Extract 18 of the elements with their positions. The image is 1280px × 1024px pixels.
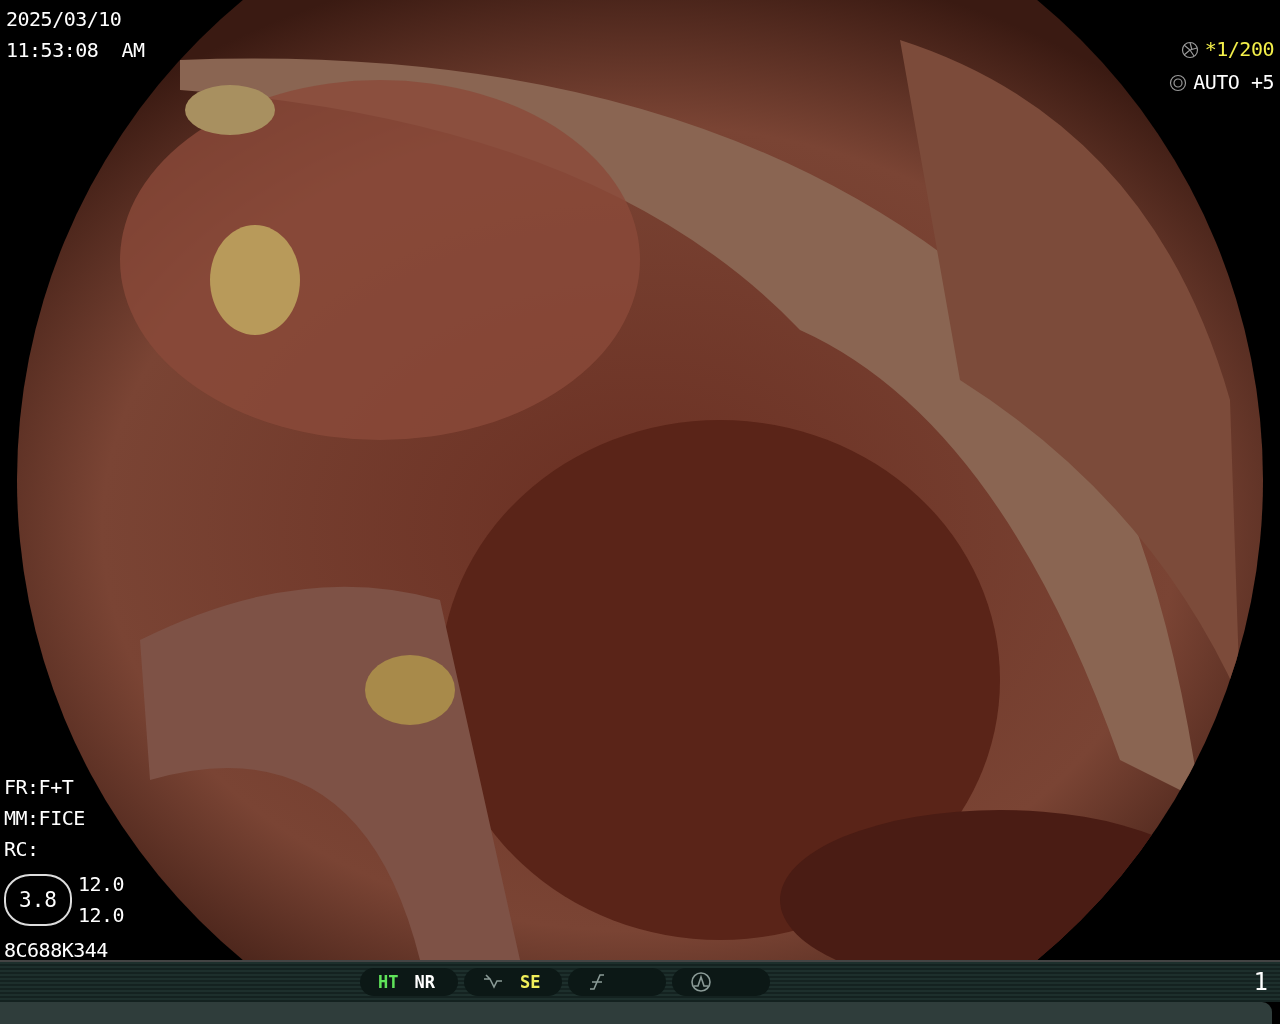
- serial-text: 8C688K344: [4, 937, 109, 960]
- reading-text: 12.0: [78, 871, 125, 898]
- exposure-text: AUTO +5: [1193, 69, 1274, 96]
- setting-text: FR:F+T: [4, 774, 75, 801]
- setting-text: RC:: [4, 836, 40, 863]
- aperture-icon: [1180, 40, 1199, 59]
- setting-text: MM:FICE: [4, 805, 86, 832]
- time-text: 11:53:08 AM: [6, 37, 145, 64]
- status-label: HT: [378, 972, 399, 992]
- gauge-badge: 3.8: [4, 874, 72, 926]
- page-number: 1: [1253, 968, 1268, 996]
- peak-icon: [690, 971, 712, 993]
- iris-icon: [1169, 73, 1188, 92]
- date-text: 2025/03/10: [6, 6, 123, 33]
- status-label: SE: [520, 972, 541, 992]
- reading-text: 12.0: [78, 902, 125, 929]
- exposure-text: *1/200: [1204, 36, 1274, 63]
- status-label: NR: [414, 972, 435, 992]
